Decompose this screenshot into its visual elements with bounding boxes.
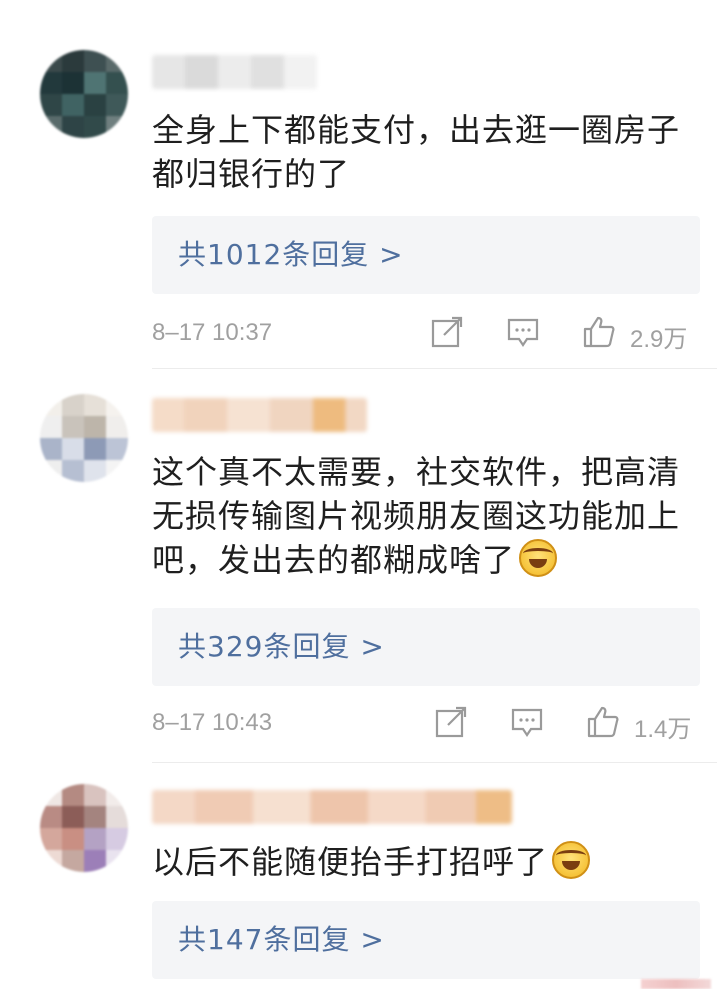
share-icon[interactable] [430,315,464,349]
avatar[interactable] [40,394,128,482]
comment-text: 这个真不太需要，社交软件，把高清无损传输图片视频朋友圈这功能加上吧，发出去的都糊… [152,450,682,582]
comment-item: 以后不能随便抬手打招呼了 共147条回复 > [0,770,717,989]
replies-label: 共147条回复 > [178,923,385,956]
like-count: 2.9万 [630,326,688,353]
replies-label: 共1012条回复 > [178,238,404,271]
share-icon[interactable] [434,705,468,739]
watermark [641,979,711,989]
laughing-crying-emoji-icon [519,539,558,577]
timestamp: 8–17 10:37 [152,319,273,346]
username-blurred[interactable] [152,55,317,89]
view-replies-button[interactable]: 共1012条回复 > [152,216,700,294]
comment-text: 以后不能随便抬手打招呼了 [152,840,682,884]
comment-text: 全身上下都能支付，出去逛一圈房子都归银行的了 [152,108,682,196]
replies-label: 共329条回复 > [178,630,385,663]
timestamp: 8–17 10:43 [152,709,273,736]
divider [152,368,717,369]
like-count: 1.4万 [634,716,692,743]
username-blurred[interactable] [152,790,512,824]
divider [152,762,717,763]
view-replies-button[interactable]: 共147条回复 > [152,901,700,979]
laughing-crying-emoji-icon [552,841,591,879]
comment-item: 全身上下都能支付，出去逛一圈房子都归银行的了 共1012条回复 > 8–17 1… [0,0,717,380]
username-blurred[interactable] [152,398,367,432]
comment-item: 这个真不太需要，社交软件，把高清无损传输图片视频朋友圈这功能加上吧，发出去的都糊… [0,380,717,770]
thumbs-up-icon[interactable] [582,315,616,349]
comment-text-content: 全身上下都能支付，出去逛一圈房子都归银行的了 [152,111,681,193]
avatar[interactable] [40,784,128,872]
comment-text-content: 以后不能随便抬手打招呼了 [152,843,549,881]
comment-meta: 8–17 10:43 1.4万 [152,705,700,745]
comment-icon[interactable] [510,705,544,739]
avatar[interactable] [40,50,128,138]
comment-text-content: 这个真不太需要，社交软件，把高清无损传输图片视频朋友圈这功能加上吧，发出去的都糊… [152,453,681,579]
comment-meta: 8–17 10:37 2.9万 [152,315,700,355]
comment-icon[interactable] [506,315,540,349]
thumbs-up-icon[interactable] [586,705,620,739]
view-replies-button[interactable]: 共329条回复 > [152,608,700,686]
